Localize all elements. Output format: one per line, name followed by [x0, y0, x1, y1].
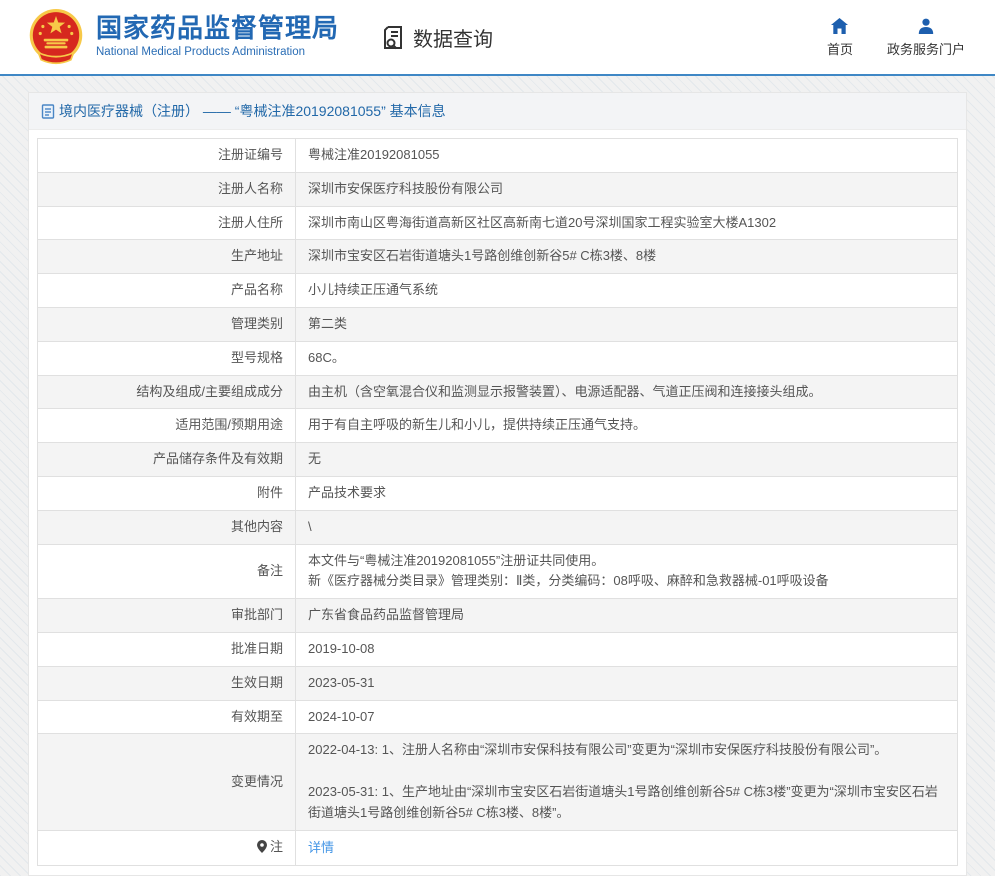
- table-row: 备注本文件与“粤械注准20192081055”注册证共同使用。 新《医疗器械分类…: [38, 544, 958, 599]
- row-value: 2022-04-13: 1、注册人名称由“深圳市安保科技有限公司”变更为“深圳市…: [296, 734, 958, 830]
- row-label: 结构及组成/主要组成成分: [38, 375, 296, 409]
- row-label: 备注: [38, 544, 296, 599]
- row-label: 产品储存条件及有效期: [38, 443, 296, 477]
- row-value: 详情: [296, 830, 958, 866]
- row-value: 深圳市安保医疗科技股份有限公司: [296, 172, 958, 206]
- table-row: 注详情: [38, 830, 958, 866]
- row-value: 第二类: [296, 307, 958, 341]
- pin-icon: [257, 839, 267, 860]
- row-label: 管理类别: [38, 307, 296, 341]
- org-name-en: National Medical Products Administration: [96, 46, 339, 59]
- row-label: 注册人住所: [38, 206, 296, 240]
- row-label: 附件: [38, 476, 296, 510]
- row-value: 用于有自主呼吸的新生儿和小儿，提供持续正压通气支持。: [296, 409, 958, 443]
- detail-link[interactable]: 详情: [308, 840, 334, 855]
- table-row: 审批部门广东省食品药品监督管理局: [38, 599, 958, 633]
- site-header: 国家药品监督管理局 National Medical Products Admi…: [0, 0, 995, 76]
- table-row: 型号规格68C。: [38, 341, 958, 375]
- table-row: 结构及组成/主要组成成分由主机（含空氧混合仪和监测显示报警装置）、电源适配器、气…: [38, 375, 958, 409]
- info-table: 注册证编号粤械注准20192081055注册人名称深圳市安保医疗科技股份有限公司…: [37, 138, 958, 866]
- table-row: 产品储存条件及有效期无: [38, 443, 958, 477]
- row-value: 小儿持续正压通气系统: [296, 274, 958, 308]
- table-row: 有效期至2024-10-07: [38, 700, 958, 734]
- nav-home-label: 首页: [827, 39, 853, 58]
- table-row: 其他内容\: [38, 510, 958, 544]
- org-name-cn: 国家药品监督管理局: [96, 14, 339, 44]
- row-label: 批准日期: [38, 632, 296, 666]
- row-label: 审批部门: [38, 599, 296, 633]
- row-value: 无: [296, 443, 958, 477]
- row-value: 68C。: [296, 341, 958, 375]
- row-label: 其他内容: [38, 510, 296, 544]
- info-table-body: 注册证编号粤械注准20192081055注册人名称深圳市安保医疗科技股份有限公司…: [38, 139, 958, 866]
- row-label: 生产地址: [38, 240, 296, 274]
- row-value: 深圳市南山区粤海街道高新区社区高新南七道20号深圳国家工程实验室大楼A1302: [296, 206, 958, 240]
- table-row: 注册人住所深圳市南山区粤海街道高新区社区高新南七道20号深圳国家工程实验室大楼A…: [38, 206, 958, 240]
- data-query-label: 数据查询: [413, 23, 493, 52]
- nav-portal-label: 政务服务门户: [887, 39, 965, 58]
- brand: 国家药品监督管理局 National Medical Products Admi…: [28, 7, 339, 67]
- row-label: 注册人名称: [38, 172, 296, 206]
- national-emblem-logo: [28, 7, 84, 67]
- row-value: 粤械注准20192081055: [296, 139, 958, 173]
- table-row: 注册人名称深圳市安保医疗科技股份有限公司: [38, 172, 958, 206]
- row-label: 适用范围/预期用途: [38, 409, 296, 443]
- document-icon: [41, 104, 59, 119]
- row-label: 变更情况: [38, 734, 296, 830]
- table-row: 生产地址深圳市宝安区石岩街道塘头1号路创维创新谷5# C栋3楼、8楼: [38, 240, 958, 274]
- nav-item-home[interactable]: 首页: [827, 16, 853, 58]
- table-row: 附件产品技术要求: [38, 476, 958, 510]
- row-value: 2023-05-31: [296, 666, 958, 700]
- page-title: 境内医疗器械（注册） —— “粤械注准20192081055” 基本信息: [59, 93, 446, 130]
- header-nav: 首页 政务服务门户: [827, 16, 965, 58]
- row-value: \: [296, 510, 958, 544]
- row-value: 产品技术要求: [296, 476, 958, 510]
- data-query-icon: [381, 24, 413, 51]
- page-title-bar: 境内医疗器械（注册） —— “粤械注准20192081055” 基本信息: [29, 93, 966, 130]
- row-value: 本文件与“粤械注准20192081055”注册证共同使用。 新《医疗器械分类目录…: [296, 544, 958, 599]
- user-icon: [918, 16, 934, 34]
- table-row: 注册证编号粤械注准20192081055: [38, 139, 958, 173]
- nav-item-portal[interactable]: 政务服务门户: [887, 16, 965, 58]
- row-label: 注: [38, 830, 296, 866]
- data-query-section: 数据查询: [381, 23, 493, 52]
- table-row: 适用范围/预期用途用于有自主呼吸的新生儿和小儿，提供持续正压通气支持。: [38, 409, 958, 443]
- table-row: 生效日期2023-05-31: [38, 666, 958, 700]
- row-label: 产品名称: [38, 274, 296, 308]
- row-label: 生效日期: [38, 666, 296, 700]
- row-value: 广东省食品药品监督管理局: [296, 599, 958, 633]
- row-label: 注册证编号: [38, 139, 296, 173]
- row-value: 2024-10-07: [296, 700, 958, 734]
- table-row: 产品名称小儿持续正压通气系统: [38, 274, 958, 308]
- row-label: 型号规格: [38, 341, 296, 375]
- row-label: 有效期至: [38, 700, 296, 734]
- table-row: 批准日期2019-10-08: [38, 632, 958, 666]
- brand-text: 国家药品监督管理局 National Medical Products Admi…: [96, 14, 339, 59]
- row-value: 深圳市宝安区石岩街道塘头1号路创维创新谷5# C栋3楼、8楼: [296, 240, 958, 274]
- row-value: 由主机（含空氧混合仪和监测显示报警装置）、电源适配器、气道正压阀和连接接头组成。: [296, 375, 958, 409]
- home-icon: [831, 16, 848, 34]
- table-row: 管理类别第二类: [38, 307, 958, 341]
- content-panel: 境内医疗器械（注册） —— “粤械注准20192081055” 基本信息 注册证…: [28, 92, 967, 876]
- table-row: 变更情况2022-04-13: 1、注册人名称由“深圳市安保科技有限公司”变更为…: [38, 734, 958, 830]
- row-value: 2019-10-08: [296, 632, 958, 666]
